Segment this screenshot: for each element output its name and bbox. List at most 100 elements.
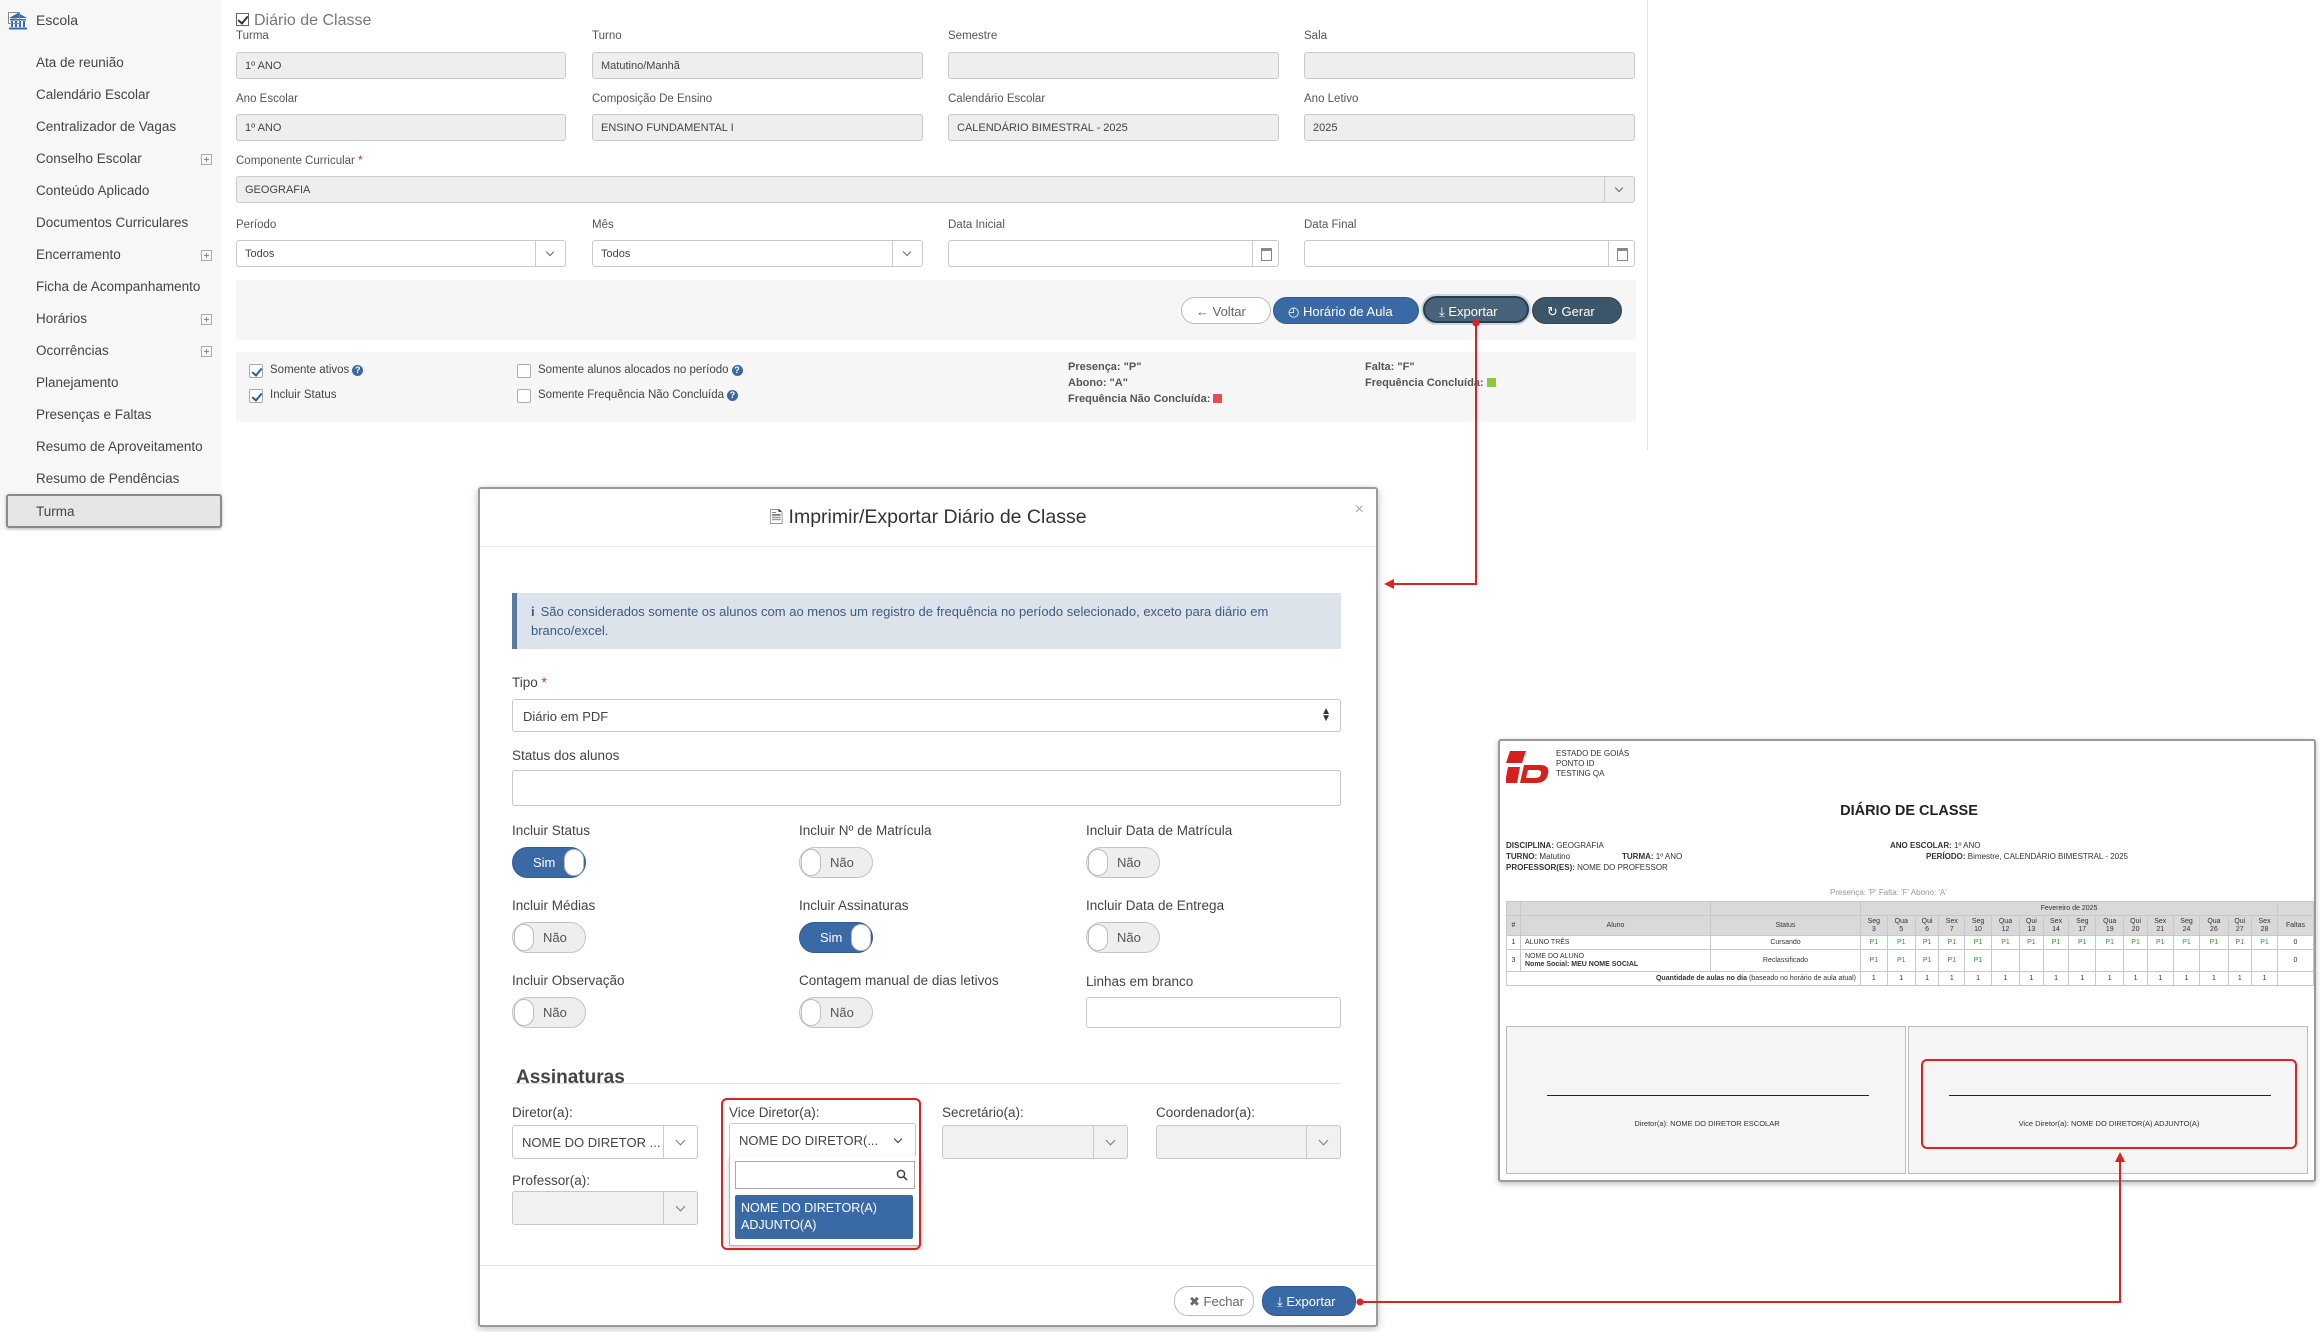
signature-line [1547, 1095, 1869, 1096]
secretario-label: Secretário(a): [942, 1105, 1024, 1120]
toggle-knob [1088, 849, 1108, 876]
incluir-status-checkbox[interactable] [249, 389, 263, 403]
professor-select[interactable] [512, 1191, 698, 1225]
table-cell: 1 [2019, 971, 2044, 986]
sidebar-item[interactable]: Horários [36, 311, 87, 326]
table-cell: Seg 3 [1860, 915, 1888, 936]
coordenador-select[interactable] [1156, 1125, 1341, 1159]
expand-icon[interactable] [201, 314, 212, 325]
sidebar-item[interactable]: Centralizador de Vagas [36, 119, 176, 134]
day-weekday: Seg [2076, 917, 2089, 925]
day-weekday: Sex [1945, 917, 1958, 925]
divider [1647, 0, 1648, 450]
toggle-switch[interactable]: Não [512, 922, 586, 953]
expand-icon[interactable] [201, 250, 212, 261]
status-alunos-input[interactable] [512, 770, 1341, 806]
sidebar-item[interactable]: Calendário Escolar [36, 87, 150, 102]
close-icon[interactable]: × [1355, 501, 1364, 519]
report-title: DIÁRIO DE CLASSE [1840, 803, 1978, 819]
chevron-down-icon [892, 241, 922, 266]
close-icon: ✖ [1189, 1294, 1200, 1309]
sidebar-item[interactable]: Ata de reunião [36, 55, 124, 70]
componente-select[interactable]: GEOGRAFIA [236, 176, 1635, 203]
sidebar-item-turma[interactable]: Turma [6, 494, 222, 528]
horario-aula-button[interactable]: ◴ Horário de Aula [1273, 297, 1419, 324]
table-cell: # [1506, 915, 1521, 936]
toggle-switch[interactable]: Sim [512, 847, 586, 878]
modal-exportar-button[interactable]: ⤓ Exportar [1262, 1286, 1356, 1316]
day-weekday: Sex [2154, 917, 2167, 925]
toggle-switch[interactable]: Não [799, 997, 873, 1028]
calendar-icon[interactable] [1252, 241, 1278, 266]
toggle-switch[interactable]: Não [512, 997, 586, 1028]
somente-freq-checkbox[interactable] [517, 389, 531, 403]
day-number: 3 [1871, 925, 1876, 933]
somente-alocados-label: Somente alunos alocados no período? [538, 364, 743, 376]
expand-icon[interactable] [201, 154, 212, 165]
download-icon: ⤓ [1277, 1294, 1283, 1309]
report-periodo: PERÍODO: Bimestre, CALENDÁRIO BIMESTRAL … [1926, 852, 2128, 861]
help-icon[interactable]: ? [727, 390, 739, 401]
sidebar-item[interactable]: Resumo de Aproveitamento [36, 439, 203, 454]
tipo-select[interactable]: Diário em PDF ▲ ▼ [512, 699, 1341, 732]
sidebar-item[interactable]: Conselho Escolar [36, 151, 142, 166]
linhas-branco-input[interactable] [1086, 997, 1341, 1028]
data-final-input[interactable] [1304, 240, 1635, 267]
sidebar-item[interactable]: Ficha de Acompanhamento [36, 279, 200, 294]
mes-select[interactable]: Todos [592, 240, 923, 267]
sidebar-header-escola[interactable]: Escola [8, 10, 216, 32]
collapse-icon[interactable] [8, 12, 20, 24]
table-cell: 1 [2042, 971, 2070, 986]
diretor-select[interactable]: NOME DO DIRETOR ... [512, 1125, 698, 1159]
refresh-icon: ↻ [1547, 304, 1558, 319]
secretario-select[interactable] [942, 1125, 1128, 1159]
table-cell: Reclassificado [1710, 949, 1861, 972]
sidebar-item[interactable]: Presenças e Faltas [36, 407, 152, 422]
exportar-button[interactable]: ⤓ Exportar [1423, 296, 1529, 323]
table-cell: 1 [2095, 971, 2125, 986]
fechar-button[interactable]: ✖ Fechar [1174, 1286, 1254, 1316]
somente-alocados-checkbox[interactable] [517, 364, 531, 378]
help-icon[interactable]: ? [731, 365, 743, 376]
sidebar-item[interactable]: Planejamento [36, 375, 119, 390]
data-inicial-input[interactable] [948, 240, 1279, 267]
toggle-value: Não [830, 1005, 854, 1020]
chevron-down-icon [1306, 1126, 1340, 1158]
calendario-field: CALENDÁRIO BIMESTRAL - 2025 [948, 114, 1279, 141]
day-number: 14 [2052, 925, 2060, 933]
day-weekday: Qua [2207, 917, 2221, 925]
table-cell: Seg 10 [1964, 915, 1992, 936]
chevron-down-icon [1604, 177, 1634, 202]
gerar-button[interactable]: ↻ Gerar [1532, 297, 1622, 324]
toggle-value: Não [1117, 855, 1141, 870]
toggle-value: Não [1117, 930, 1141, 945]
sidebar-item[interactable]: Conteúdo Aplicado [36, 183, 149, 198]
sidebar-item[interactable]: Resumo de Pendências [36, 471, 179, 486]
table-cell: P1 [2042, 935, 2070, 950]
somente-ativos-label: Somente ativos? [270, 364, 364, 376]
help-icon[interactable]: ? [352, 365, 364, 376]
table-cell: Faltas [2277, 915, 2314, 936]
arrow-left-icon: ← [1196, 304, 1209, 319]
toggle-switch[interactable]: Não [1086, 922, 1160, 953]
sidebar-item[interactable]: Encerramento [36, 247, 121, 262]
toggle-switch[interactable]: Não [799, 847, 873, 878]
table-cell: Qui 13 [2019, 915, 2044, 936]
expand-icon[interactable] [201, 346, 212, 357]
table-row: 1 ALUNO TRÊS Cursando P1 P1 P1 P1 P1 P1 P1 P1 P1 P1 P… [1506, 935, 2314, 950]
sidebar-item[interactable]: Ocorrências [36, 343, 109, 358]
voltar-button[interactable]: ← Voltar [1181, 297, 1271, 324]
periodo-select[interactable]: Todos [236, 240, 566, 267]
toggle-knob [801, 849, 821, 876]
ano-escolar-field: 1º ANO [236, 114, 566, 141]
sidebar-item[interactable]: Documentos Curriculares [36, 215, 188, 230]
toggle-switch[interactable]: Não [1086, 847, 1160, 878]
table-cell [2068, 949, 2097, 972]
toggle-value: Sim [820, 930, 843, 945]
assinaturas-heading: Assinaturas [516, 1067, 625, 1088]
day-number: 7 [1949, 925, 1954, 933]
calendar-icon[interactable] [1608, 241, 1634, 266]
somente-ativos-checkbox[interactable] [249, 364, 263, 378]
toggle-switch[interactable]: Sim [799, 922, 873, 953]
table-cell: P1 [1914, 949, 1940, 972]
